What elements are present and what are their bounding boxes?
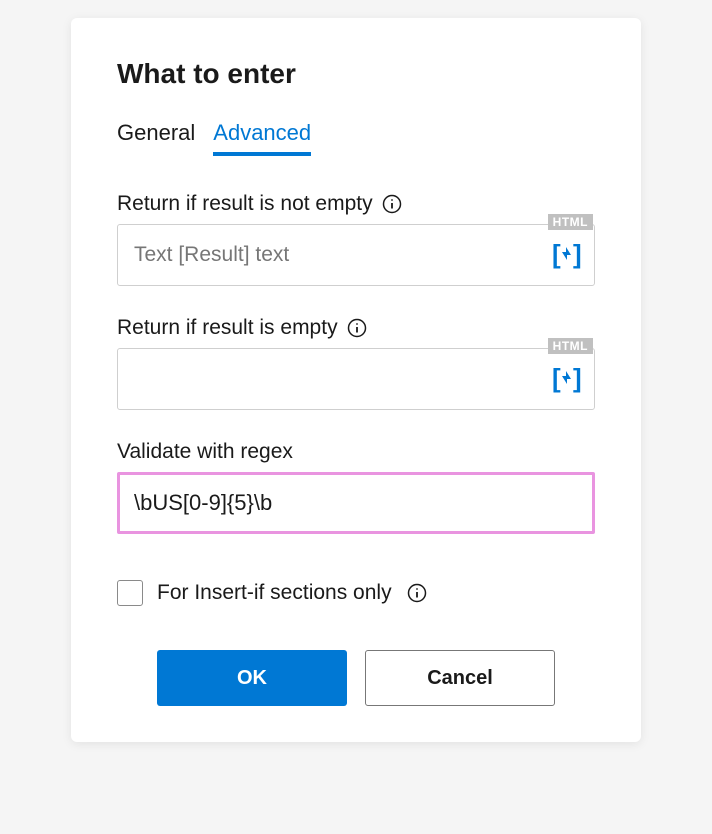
info-icon[interactable]: [381, 193, 403, 215]
field-label-row: Return if result is empty: [117, 316, 595, 340]
insert-variable-icon[interactable]: [ ]: [549, 361, 585, 397]
button-row: OK Cancel: [117, 650, 595, 706]
tabs: General Advanced: [117, 120, 595, 156]
insert-variable-icon[interactable]: [ ]: [549, 237, 585, 273]
return-empty-group: Return if result is empty HTML [ ]: [117, 316, 595, 410]
field-label-row: Return if result is not empty: [117, 192, 595, 216]
info-icon[interactable]: [346, 317, 368, 339]
return-not-empty-input[interactable]: [117, 224, 595, 286]
svg-text:[: [: [552, 240, 561, 269]
insert-if-checkbox[interactable]: [117, 580, 143, 606]
svg-text:]: ]: [573, 240, 582, 269]
return-not-empty-group: Return if result is not empty HTML [ ]: [117, 192, 595, 286]
regex-group: Validate with regex: [117, 440, 595, 534]
html-badge: HTML: [548, 214, 593, 230]
cancel-button[interactable]: Cancel: [365, 650, 555, 706]
regex-highlight: [117, 472, 595, 534]
regex-label: Validate with regex: [117, 440, 293, 464]
checkbox-row: For Insert-if sections only: [117, 580, 595, 606]
input-wrapper: HTML [ ]: [117, 348, 595, 410]
input-wrapper: HTML [ ]: [117, 224, 595, 286]
ok-button[interactable]: OK: [157, 650, 347, 706]
return-empty-input[interactable]: [117, 348, 595, 410]
return-empty-label: Return if result is empty: [117, 316, 338, 340]
return-not-empty-label: Return if result is not empty: [117, 192, 373, 216]
tab-general[interactable]: General: [117, 120, 195, 156]
html-badge: HTML: [548, 338, 593, 354]
dialog-title: What to enter: [117, 58, 595, 90]
insert-if-label: For Insert-if sections only: [157, 581, 392, 605]
tab-advanced[interactable]: Advanced: [213, 120, 311, 156]
svg-text:[: [: [552, 364, 561, 393]
svg-text:]: ]: [573, 364, 582, 393]
regex-input[interactable]: [120, 475, 592, 531]
what-to-enter-dialog: What to enter General Advanced Return if…: [71, 18, 641, 742]
field-label-row: Validate with regex: [117, 440, 595, 464]
info-icon[interactable]: [406, 582, 428, 604]
